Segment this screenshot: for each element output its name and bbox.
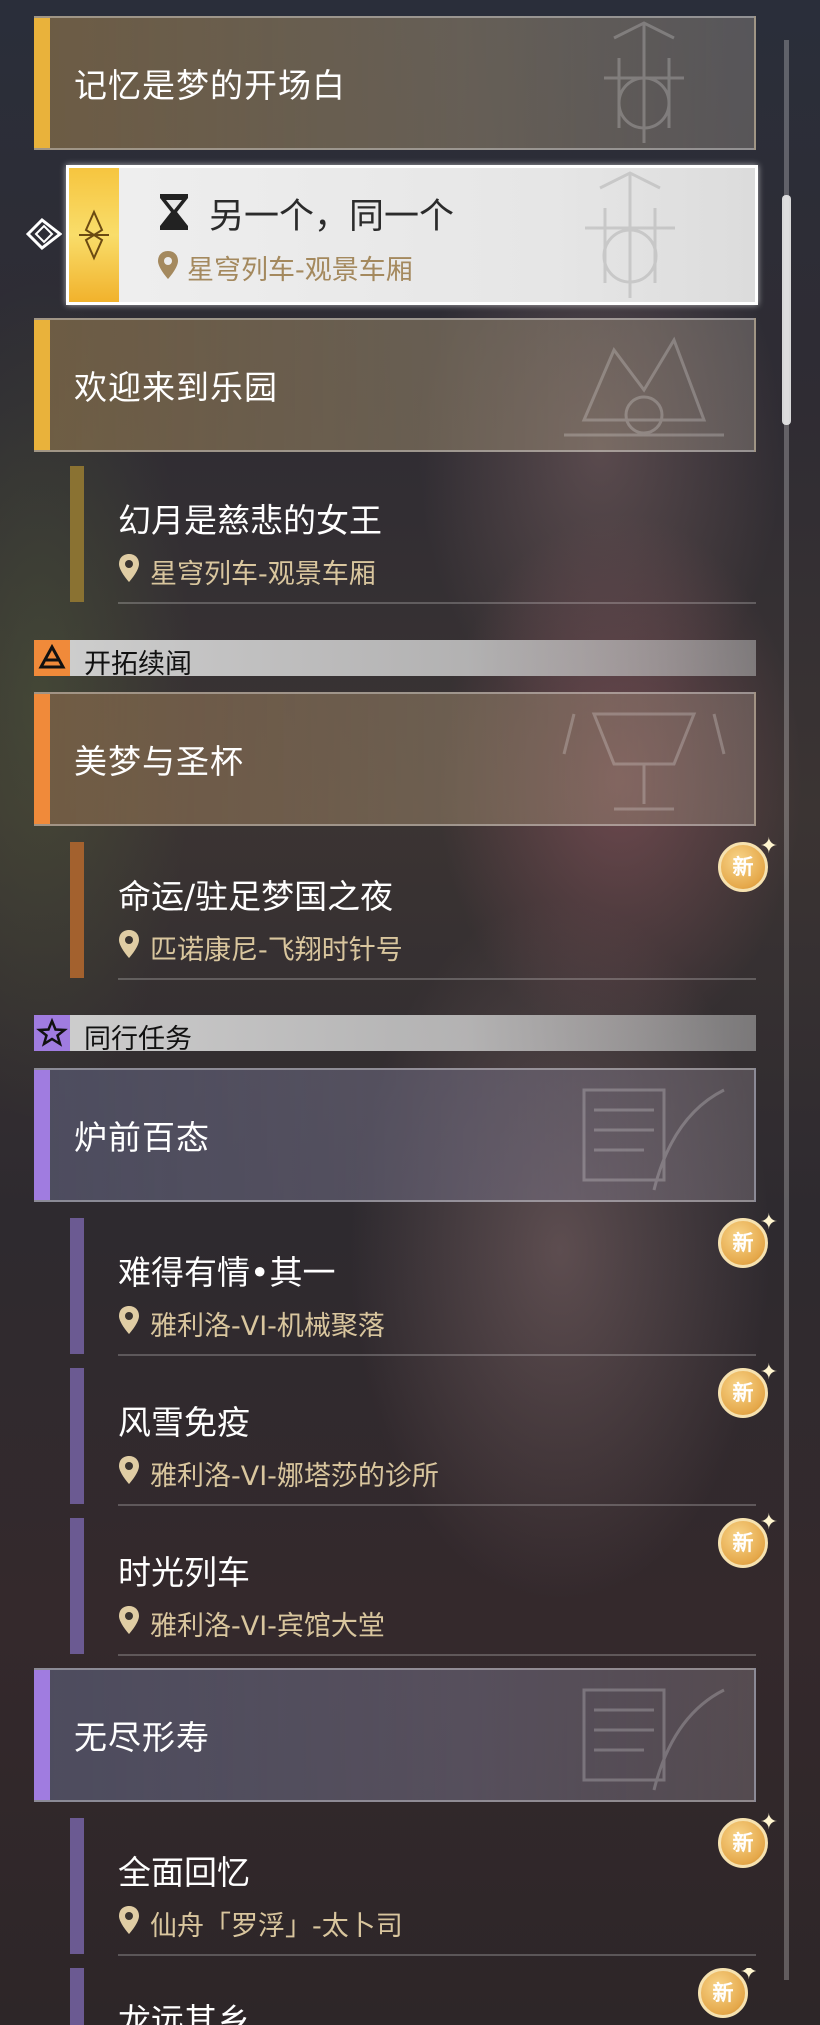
quest-title: 时光列车 <box>118 1553 250 1592</box>
new-badge: 新 ✦ <box>716 1812 778 1868</box>
quest-title: 全面回忆 <box>118 1853 250 1892</box>
quest-accent-bar <box>70 842 84 978</box>
location-pin-icon <box>119 1606 139 1634</box>
quest-group-header[interactable]: 欢迎来到乐园 <box>34 318 756 452</box>
group-title: 美梦与圣杯 <box>74 742 244 781</box>
star-icon <box>34 1015 70 1051</box>
selected-quest-card[interactable]: 另一个，同一个 星穹列车-观景车厢 <box>66 165 758 305</box>
sparkle-icon: ✦ <box>759 1360 778 1385</box>
quest-item[interactable]: 风雪免疫 雅利洛-VI-娜塔莎的诊所 新 ✦ <box>70 1362 778 1518</box>
quest-location: 雅利洛-VI-宾馆大堂 <box>150 1611 385 1642</box>
location-pin-icon <box>119 554 139 582</box>
quest-item[interactable]: 命运/驻足梦国之夜 匹诺康尼-飞翔时针号 新 ✦ <box>70 836 778 992</box>
new-badge: 新 ✦ <box>716 1512 778 1568</box>
quest-group-header[interactable]: 记忆是梦的开场白 <box>34 16 756 150</box>
quest-item[interactable]: 时光列车 雅利洛-VI-宾馆大堂 新 ✦ <box>70 1512 778 1668</box>
quest-location: 星穹列车-观景车厢 <box>150 559 376 590</box>
quill-emblem-icon <box>582 1688 725 1791</box>
quest-accent-bar <box>70 466 84 602</box>
new-badge: 新 ✦ <box>716 1362 778 1418</box>
divider <box>118 602 756 604</box>
quest-item[interactable]: 全面回忆 仙舟「罗浮」-太卜司 新 ✦ <box>70 1812 778 1968</box>
quest-title: 命运/驻足梦国之夜 <box>118 877 394 916</box>
quest-group-header[interactable]: 无尽形寿 <box>34 1668 756 1802</box>
group-accent-bar <box>34 320 50 450</box>
location-pin-icon <box>119 1306 139 1334</box>
location-pin-icon <box>119 930 139 958</box>
tracked-quest-gem <box>69 168 119 302</box>
quest-location: 雅利洛-VI-机械聚落 <box>150 1311 385 1342</box>
section-label: 同行任务 <box>84 1024 192 1055</box>
trailblaze-icon <box>34 640 70 676</box>
section-header-companion: 同行任务 <box>34 1015 756 1055</box>
trailblaze-emblem-icon <box>79 209 109 261</box>
quest-location: 仙舟「罗浮」-太卜司 <box>150 1911 403 1942</box>
path-emblem-icon <box>604 21 684 143</box>
group-title: 无尽形寿 <box>74 1718 210 1757</box>
divider <box>118 1504 756 1506</box>
quest-group-header[interactable]: 美梦与圣杯 <box>34 692 756 826</box>
selected-quest-title: 另一个，同一个 <box>209 197 455 237</box>
quest-accent-bar <box>70 1818 84 1954</box>
quest-list: 记忆是梦的开场白 另一个，同一个 星穹列车-观景车厢 欢迎来到乐园 幻月是慈悲的… <box>0 0 820 2025</box>
grail-emblem-icon <box>562 712 726 811</box>
quest-group-header[interactable]: 炉前百态 <box>34 1068 756 1202</box>
group-title: 炉前百态 <box>74 1118 210 1157</box>
location-pin-icon <box>158 251 178 279</box>
quest-item[interactable]: 幻月是慈悲的女王 星穹列车-观景车厢 <box>70 466 756 616</box>
quest-title: 幻月是慈悲的女王 <box>118 501 382 540</box>
location-pin-icon <box>119 1456 139 1484</box>
sparkle-icon: ✦ <box>759 1510 778 1535</box>
quest-item[interactable]: 龙远其乡 新 ✦ <box>70 1968 756 2025</box>
group-accent-bar <box>34 18 50 148</box>
divider <box>118 1954 756 1956</box>
quest-title: 风雪免疫 <box>118 1403 250 1442</box>
new-badge: 新 ✦ <box>716 1212 778 1268</box>
group-title: 欢迎来到乐园 <box>74 368 278 407</box>
sparkle-icon: ✦ <box>739 1968 756 1985</box>
selected-quest-location: 星穹列车-观景车厢 <box>187 255 413 286</box>
quest-accent-bar <box>70 1968 84 2025</box>
quest-accent-bar <box>70 1218 84 1354</box>
hourglass-icon <box>160 194 188 230</box>
quest-title: 龙远其乡 <box>118 2001 250 2025</box>
sparkle-icon: ✦ <box>759 1810 778 1835</box>
quill-emblem-icon <box>582 1088 725 1191</box>
new-badge: 新 ✦ <box>696 1968 756 2018</box>
selection-pointer-icon <box>26 218 62 250</box>
section-header-trailblaze: 开拓续闻 <box>34 640 756 680</box>
divider <box>118 978 756 980</box>
location-pin-icon <box>119 1906 139 1934</box>
quest-accent-bar <box>70 1518 84 1654</box>
group-accent-bar <box>34 1670 50 1800</box>
clown-emblem-icon <box>564 336 724 437</box>
scrollbar-thumb[interactable] <box>782 195 791 425</box>
divider <box>118 1654 756 1656</box>
group-accent-bar <box>34 1070 50 1200</box>
group-title: 记忆是梦的开场白 <box>74 66 346 105</box>
divider <box>118 1354 756 1356</box>
section-label: 开拓续闻 <box>84 649 192 680</box>
group-accent-bar <box>34 694 50 824</box>
quest-location: 匹诺康尼-飞翔时针号 <box>150 935 403 966</box>
quest-item[interactable]: 难得有情•其一 雅利洛-VI-机械聚落 新 ✦ <box>70 1212 778 1368</box>
new-badge: 新 ✦ <box>716 836 778 892</box>
quest-accent-bar <box>70 1368 84 1504</box>
quest-location: 雅利洛-VI-娜塔莎的诊所 <box>150 1461 439 1492</box>
sparkle-icon: ✦ <box>759 834 778 859</box>
quest-title: 难得有情•其一 <box>118 1253 336 1292</box>
path-emblem-icon <box>585 171 675 298</box>
sparkle-icon: ✦ <box>759 1210 778 1235</box>
